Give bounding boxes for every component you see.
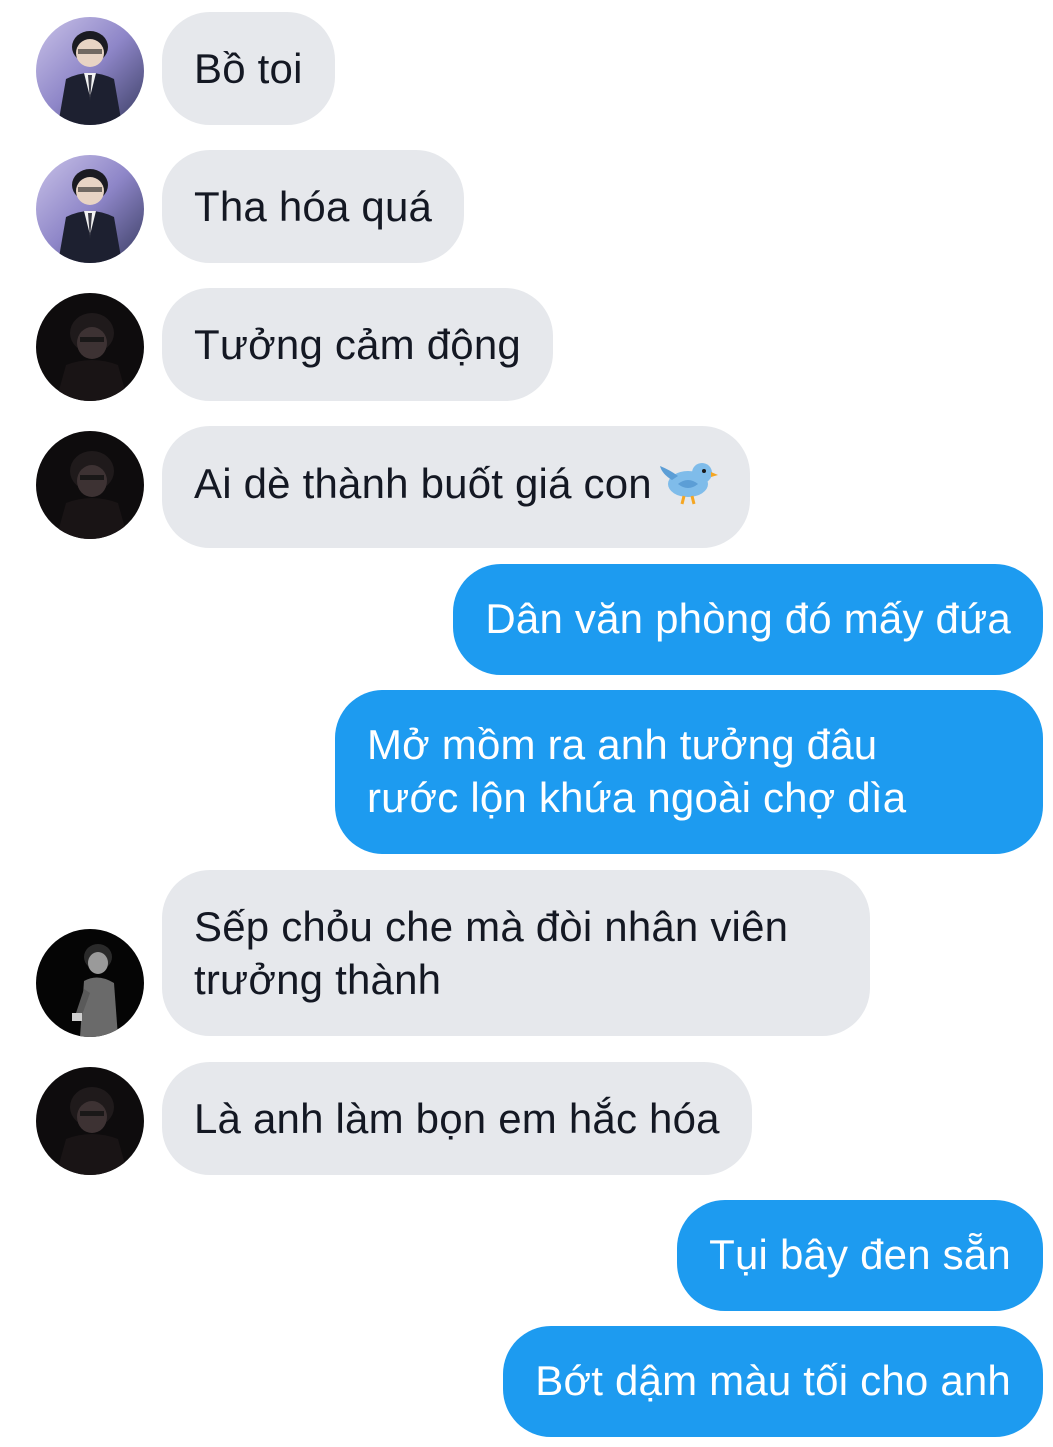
message-text-line: trưởng thành [194, 956, 442, 1003]
message-bubble[interactable]: Sếp chỏu che mà đòi nhân viên trưởng thà… [162, 870, 870, 1036]
message-bubble[interactable]: Dân văn phòng đó mấy đứa [453, 564, 1043, 675]
message-bubble[interactable]: Tưởng cảm động [162, 288, 553, 401]
message-text: Tụi bây đen sẵn [709, 1231, 1011, 1278]
avatar[interactable] [36, 293, 144, 401]
message-bubble[interactable]: Tụi bây đen sẵn [677, 1200, 1043, 1311]
message-text: Bồ toi [194, 45, 303, 92]
bird-icon [658, 456, 718, 518]
avatar[interactable] [36, 17, 144, 125]
message-bubble[interactable]: Mở mồm ra anh tưởng đâu rước lộn khứa ng… [335, 690, 1043, 854]
message-bubble[interactable]: Là anh làm bọn em hắc hóa [162, 1062, 752, 1175]
message-text: Ai dè thành buốt giá con [194, 460, 652, 508]
message-bubble[interactable]: Tha hóa quá [162, 150, 465, 263]
message-text-line: rước lộn khứa ngoài chợ dìa [367, 774, 907, 821]
message-text: Là anh làm bọn em hắc hóa [194, 1095, 720, 1142]
message-text: Bớt dậm màu tối cho anh [535, 1357, 1011, 1404]
message-text-line: Mở mồm ra anh tưởng đâu [367, 721, 878, 768]
message-bubble[interactable]: Bồ toi [162, 12, 335, 125]
avatar[interactable] [36, 431, 144, 539]
message-bubble[interactable]: Bớt dậm màu tối cho anh [503, 1326, 1043, 1437]
message-text: Tưởng cảm động [194, 321, 521, 368]
avatar[interactable] [36, 155, 144, 263]
avatar[interactable] [36, 929, 144, 1037]
message-text: Tha hóa quá [194, 183, 433, 230]
message-text: Dân văn phòng đó mấy đứa [485, 595, 1011, 642]
message-text-line: Sếp chỏu che mà đòi nhân viên [194, 903, 789, 950]
avatar[interactable] [36, 1067, 144, 1175]
message-bubble[interactable]: Ai dè thành buốt giá con [162, 426, 750, 548]
